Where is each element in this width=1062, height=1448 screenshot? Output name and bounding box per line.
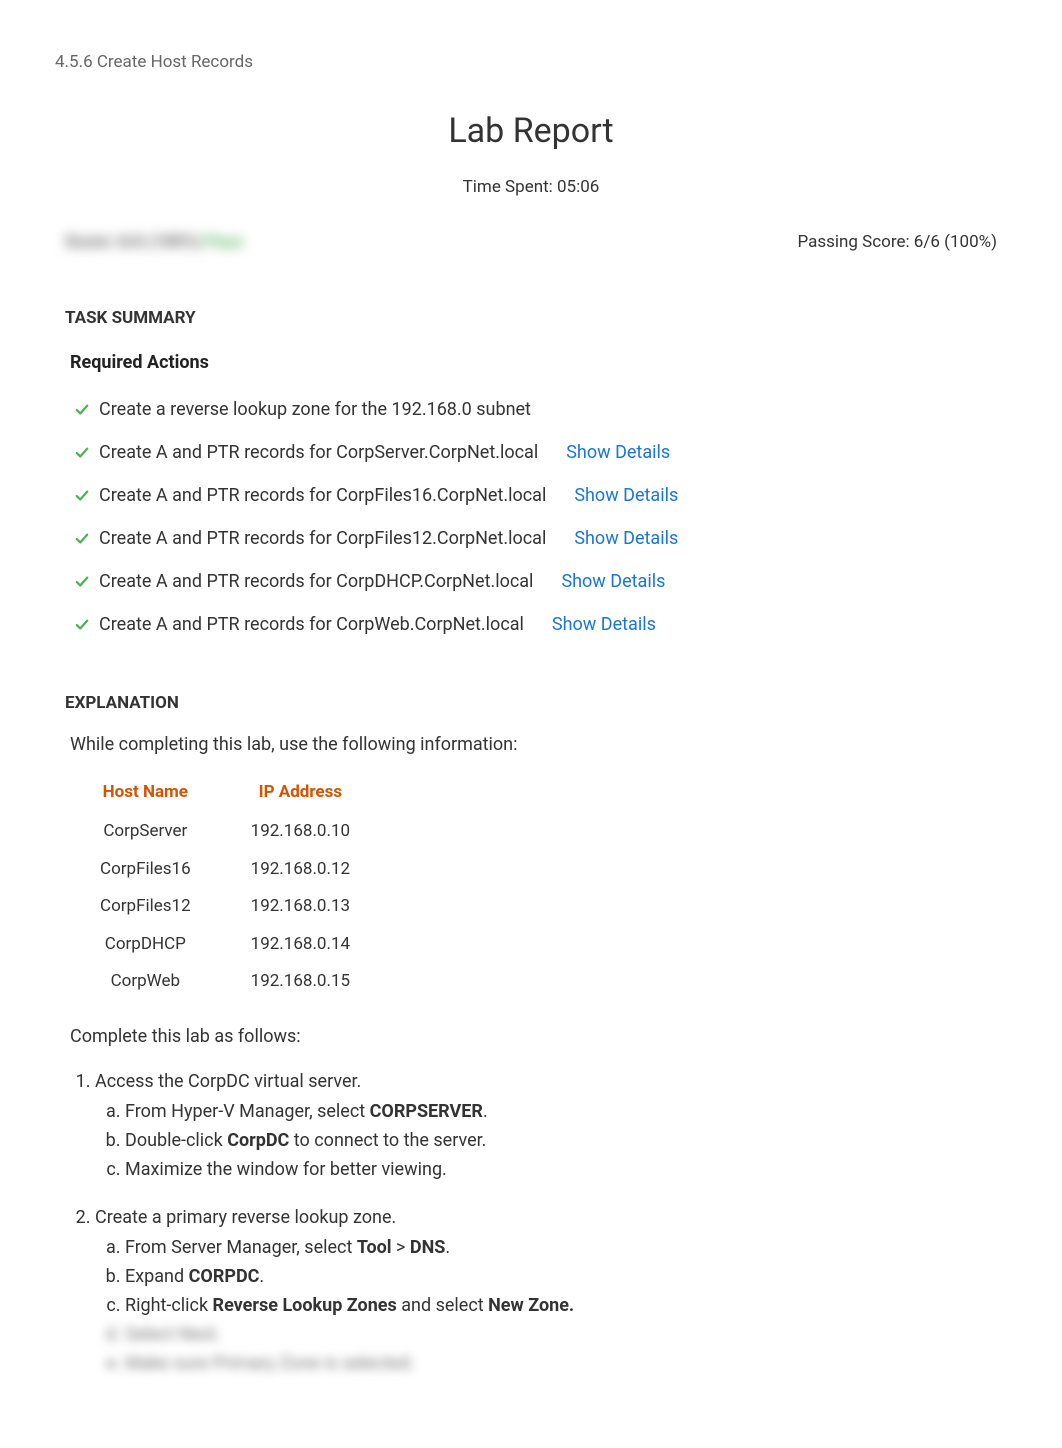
page-title: Lab Report <box>55 106 1007 157</box>
show-details-link[interactable]: Show Details <box>574 525 678 552</box>
check-icon <box>73 532 91 546</box>
table-cell-ip: 192.168.0.15 <box>221 963 380 1001</box>
sub-step-list: From Hyper-V Manager, select CORPSERVER.… <box>95 1097 1007 1184</box>
table-row: CorpDHCP 192.168.0.14 <box>70 926 380 964</box>
check-icon <box>73 403 91 417</box>
sub-step-text: Make sure Primary Zone is selected. <box>125 1353 415 1374</box>
sub-step-text: to connect to the server. <box>289 1130 486 1151</box>
explanation-header: EXPLANATION <box>55 691 1007 717</box>
table-cell-ip: 192.168.0.14 <box>221 926 380 964</box>
action-text: Create A and PTR records for CorpServer.… <box>99 439 538 466</box>
sub-step-bold: DNS <box>410 1237 445 1258</box>
sub-step: Expand CORPDC. <box>125 1262 1007 1291</box>
table-cell-host: CorpDHCP <box>70 926 221 964</box>
action-text: Create A and PTR records for CorpWeb.Cor… <box>99 611 524 638</box>
sub-step-blurred: Select Next. <box>125 1320 1007 1349</box>
show-details-link[interactable]: Show Details <box>552 611 656 638</box>
sub-step: From Server Manager, select Tool > DNS. <box>125 1233 1007 1262</box>
sub-step-text: Expand <box>125 1266 189 1287</box>
action-text: Create A and PTR records for CorpFiles12… <box>99 525 546 552</box>
check-icon <box>73 446 91 460</box>
sub-step-text: . <box>483 1101 488 1122</box>
table-row: CorpFiles12 192.168.0.13 <box>70 888 380 926</box>
action-item: Create A and PTR records for CorpWeb.Cor… <box>73 603 1007 646</box>
show-details-link[interactable]: Show Details <box>566 439 670 466</box>
passing-score: Passing Score: 6/6 (100%) <box>797 230 997 256</box>
action-item: Create A and PTR records for CorpServer.… <box>73 431 1007 474</box>
breadcrumb: 4.5.6 Create Host Records <box>55 50 1007 76</box>
sub-step-text: From Server Manager, select <box>125 1237 357 1258</box>
sub-step-text: Right-click <box>125 1295 213 1316</box>
sub-step-blurred: Make sure Primary Zone is selected. <box>125 1349 1007 1378</box>
action-list: Create a reverse lookup zone for the 192… <box>55 388 1007 646</box>
score-text: Score: 6/6 (100%) <box>65 232 202 252</box>
check-icon <box>73 489 91 503</box>
task-summary-header: TASK SUMMARY <box>55 306 1007 332</box>
table-header-host: Host Name <box>70 772 221 814</box>
step-title: Create a primary reverse lookup zone. <box>95 1207 396 1228</box>
show-details-link[interactable]: Show Details <box>561 568 665 595</box>
table-cell-ip: 192.168.0.13 <box>221 888 380 926</box>
table-cell-ip: 192.168.0.12 <box>221 851 380 889</box>
action-item: Create A and PTR records for CorpDHCP.Co… <box>73 560 1007 603</box>
score-result: Score: 6/6 (100%) Pass <box>65 230 243 256</box>
table-cell-host: CorpFiles12 <box>70 888 221 926</box>
table-cell-host: CorpWeb <box>70 963 221 1001</box>
action-text: Create A and PTR records for CorpDHCP.Co… <box>99 568 533 595</box>
action-text: Create A and PTR records for CorpFiles16… <box>99 482 546 509</box>
action-item: Create A and PTR records for CorpFiles12… <box>73 517 1007 560</box>
sub-step: Maximize the window for better viewing. <box>125 1155 1007 1184</box>
action-item: Create a reverse lookup zone for the 192… <box>73 388 1007 431</box>
check-icon <box>73 618 91 632</box>
sub-step-text: > <box>392 1237 410 1258</box>
sub-step-bold: CORPDC <box>189 1266 260 1287</box>
sub-step: Right-click Reverse Lookup Zones and sel… <box>125 1291 1007 1320</box>
table-row: CorpWeb 192.168.0.15 <box>70 963 380 1001</box>
sub-step: Double-click CorpDC to connect to the se… <box>125 1126 1007 1155</box>
sub-step-list: From Server Manager, select Tool > DNS. … <box>95 1233 1007 1378</box>
table-cell-host: CorpServer <box>70 813 221 851</box>
sub-step-text: . <box>259 1266 264 1287</box>
sub-step-bold: CorpDC <box>227 1130 289 1151</box>
steps-list: Access the CorpDC virtual server. From H… <box>55 1068 1007 1378</box>
sub-step: From Hyper-V Manager, select CORPSERVER. <box>125 1097 1007 1126</box>
sub-step-text: Double-click <box>125 1130 227 1151</box>
step-item: Access the CorpDC virtual server. From H… <box>95 1068 1007 1184</box>
sub-step-bold: CORPSERVER <box>370 1101 483 1122</box>
show-details-link[interactable]: Show Details <box>574 482 678 509</box>
sub-step-text: Select Next. <box>125 1324 221 1345</box>
check-icon <box>73 575 91 589</box>
step-item: Create a primary reverse lookup zone. Fr… <box>95 1204 1007 1378</box>
time-spent: Time Spent: 05:06 <box>55 175 1007 201</box>
host-ip-table: Host Name IP Address CorpServer 192.168.… <box>70 772 380 1001</box>
table-row: CorpServer 192.168.0.10 <box>70 813 380 851</box>
action-text: Create a reverse lookup zone for the 192… <box>99 396 531 423</box>
table-row: CorpFiles16 192.168.0.12 <box>70 851 380 889</box>
required-actions-header: Required Actions <box>55 349 1007 376</box>
complete-instructions: Complete this lab as follows: <box>55 1023 1007 1050</box>
sub-step-text: . <box>445 1237 450 1258</box>
step-title: Access the CorpDC virtual server. <box>95 1071 361 1092</box>
table-header-ip: IP Address <box>221 772 380 814</box>
score-status: Pass <box>206 232 243 252</box>
action-item: Create A and PTR records for CorpFiles16… <box>73 474 1007 517</box>
table-cell-ip: 192.168.0.10 <box>221 813 380 851</box>
sub-step-text: and select <box>397 1295 488 1316</box>
table-cell-host: CorpFiles16 <box>70 851 221 889</box>
sub-step-text: From Hyper-V Manager, select <box>125 1101 370 1122</box>
explanation-intro: While completing this lab, use the follo… <box>55 731 1007 758</box>
sub-step-bold: New Zone. <box>488 1295 574 1316</box>
score-row: Score: 6/6 (100%) Pass Passing Score: 6/… <box>55 230 1007 256</box>
sub-step-bold: Tool <box>357 1237 392 1258</box>
sub-step-text: Maximize the window for better viewing. <box>125 1159 447 1180</box>
sub-step-bold: Reverse Lookup Zones <box>213 1295 397 1316</box>
